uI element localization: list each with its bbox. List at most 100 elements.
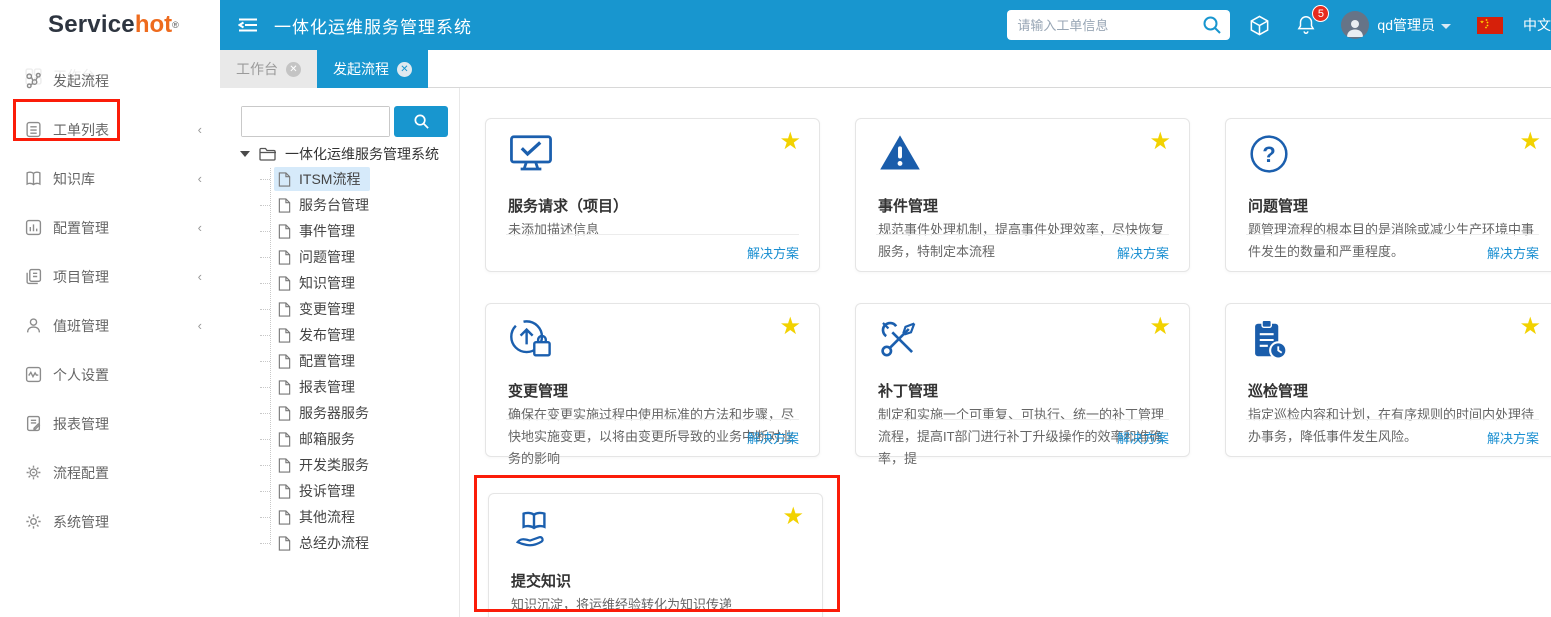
card-inspection-management[interactable]: ★ 巡检管理 指定巡检内容和计划，在有序规则的时间内处理待办事务，降低事件发生风…: [1225, 303, 1551, 457]
solution-link[interactable]: 解决方案: [1487, 243, 1539, 262]
tab-bar: 工作台 ✕ 发起流程 ✕: [220, 50, 1551, 88]
china-flag-icon[interactable]: [1477, 17, 1503, 34]
avatar[interactable]: [1341, 11, 1369, 39]
chevron-left-icon: ‹: [198, 220, 202, 235]
card-divider: [876, 419, 1169, 420]
sidebar-item-config-management[interactable]: 配置管理 ‹: [0, 203, 220, 252]
header-search: [1007, 10, 1230, 40]
sidebar-item-label: 报表管理: [53, 414, 109, 434]
solution-link[interactable]: 解决方案: [747, 428, 799, 447]
monitor-check-icon: [508, 133, 554, 175]
top-header: 一体化运维服务管理系统 5 qd管理员 中文: [220, 0, 1551, 50]
flow-network-icon: [25, 72, 42, 89]
card-title: 提交知识: [511, 570, 571, 591]
bell-icon[interactable]: 5: [1295, 14, 1317, 36]
brand-registered-mark: ®: [172, 20, 179, 30]
card-title: 事件管理: [878, 195, 938, 216]
favorite-star-icon[interactable]: ★: [1519, 312, 1541, 341]
sidebar-item-duty-management[interactable]: 值班管理 ‹: [0, 301, 220, 350]
clipboard-clock-icon: [1248, 318, 1290, 362]
card-title: 服务请求（项目）: [508, 195, 628, 216]
sidebar-item-process-config[interactable]: 流程配置: [0, 448, 220, 497]
sidebar-item-personal-settings[interactable]: 个人设置: [0, 350, 220, 399]
sidebar-item-label: 个人设置: [53, 365, 109, 385]
card-problem-management[interactable]: ? ★ 问题管理 题管理流程的根本目的是消除或减少生产环境中事件发生的数量和严重…: [1225, 118, 1551, 272]
sidebar-item-project-management[interactable]: 项目管理 ‹: [0, 252, 220, 301]
chevron-left-icon: ‹: [198, 269, 202, 284]
sidebar-item-label: 项目管理: [53, 267, 109, 287]
favorite-star-icon[interactable]: ★: [779, 127, 801, 156]
cube-icon[interactable]: [1248, 14, 1271, 37]
card-title: 变更管理: [508, 380, 568, 401]
card-description: 知识沉淀，将运维经验转化为知识传递: [511, 594, 804, 616]
gear-flow-icon: [25, 464, 42, 481]
favorite-star-icon[interactable]: ★: [782, 502, 804, 531]
favorite-star-icon[interactable]: ★: [1149, 127, 1171, 156]
activity-icon: [25, 366, 42, 383]
chevron-down-icon: [1441, 24, 1451, 29]
warning-triangle-icon: [878, 133, 922, 173]
sidebar-item-label: 发起流程: [53, 71, 109, 91]
card-incident-management[interactable]: ★ 事件管理 规范事件处理机制，提高事件处理效率，尽快恢复服务，特制定本流程 解…: [855, 118, 1190, 272]
brand-service-text: Service: [48, 11, 135, 39]
sidebar-item-ticket-list[interactable]: 工单列表 ‹: [0, 105, 220, 154]
card-submit-knowledge[interactable]: ★ 提交知识 知识沉淀，将运维经验转化为知识传递: [488, 493, 823, 617]
sidebar: Servicehot® 工作台 发起流程 工单列表 ‹: [0, 0, 220, 617]
card-service-request[interactable]: ★ 服务请求（项目） 未添加描述信息 解决方案: [485, 118, 820, 272]
bar-chart-icon: [25, 219, 42, 236]
sidebar-item-label: 流程配置: [53, 463, 109, 483]
card-title: 问题管理: [1248, 195, 1308, 216]
username-label: qd管理员: [1377, 17, 1435, 33]
solution-link[interactable]: 解决方案: [1487, 428, 1539, 447]
language-switcher[interactable]: 中文: [1523, 15, 1551, 35]
sidebar-item-initiate-process[interactable]: 发起流程: [0, 56, 220, 105]
card-divider: [1246, 419, 1539, 420]
chevron-left-icon: ‹: [198, 171, 202, 186]
sidebar-item-knowledge-base[interactable]: 知识库 ‹: [0, 154, 220, 203]
card-divider: [506, 234, 799, 235]
tab-close-icon[interactable]: ✕: [397, 62, 412, 77]
brand-hot-text: hot: [135, 11, 172, 39]
username-menu[interactable]: qd管理员: [1377, 15, 1451, 35]
solution-link[interactable]: 解决方案: [1117, 243, 1169, 262]
favorite-star-icon[interactable]: ★: [779, 312, 801, 341]
svg-text:?: ?: [1262, 142, 1275, 167]
solution-link[interactable]: 解决方案: [747, 243, 799, 262]
solution-link[interactable]: 解决方案: [1117, 428, 1169, 447]
sidebar-item-label: 系统管理: [53, 512, 109, 532]
notification-badge: 5: [1312, 5, 1329, 22]
file-pen-icon: [25, 415, 42, 432]
process-card-grid: ★ 服务请求（项目） 未添加描述信息 解决方案 ★ 事件管理 规范事件处理机制，…: [220, 88, 1551, 617]
card-divider: [506, 419, 799, 420]
card-change-management[interactable]: ★ 变更管理 确保在变更实施过程中使用标准的方法和步骤，尽快地实施变更，以将由变…: [485, 303, 820, 457]
book-hand-icon: [511, 508, 557, 550]
tools-icon: [878, 318, 922, 362]
stacked-docs-icon: [25, 268, 42, 285]
tab-workbench[interactable]: 工作台 ✕: [220, 50, 317, 88]
person-icon: [25, 317, 42, 334]
card-patch-management[interactable]: ★ 补丁管理 制定和实施一个可重复、可执行、统一的补丁管理流程，提高IT部门进行…: [855, 303, 1190, 457]
card-title: 巡检管理: [1248, 380, 1308, 401]
gear-icon: [25, 513, 42, 530]
page-title: 一体化运维服务管理系统: [274, 13, 472, 38]
favorite-star-icon[interactable]: ★: [1519, 127, 1541, 156]
book-icon: [25, 170, 42, 187]
tab-close-icon[interactable]: ✕: [286, 62, 301, 77]
card-title: 补丁管理: [878, 380, 938, 401]
sidebar-item-report-management[interactable]: 报表管理: [0, 399, 220, 448]
search-icon[interactable]: [1202, 15, 1222, 35]
brand-logo: Servicehot®: [0, 0, 220, 50]
chevron-left-icon: ‹: [198, 318, 202, 333]
collapse-menu-icon[interactable]: [238, 17, 258, 33]
tab-label: 工作台: [236, 59, 278, 79]
tab-initiate-process[interactable]: 发起流程 ✕: [317, 50, 428, 88]
sidebar-item-system-management[interactable]: 系统管理: [0, 497, 220, 546]
sidebar-item-label: 配置管理: [53, 218, 109, 238]
favorite-star-icon[interactable]: ★: [1149, 312, 1171, 341]
app-window: Servicehot® 工作台 发起流程 工单列表 ‹: [0, 0, 1551, 617]
chevron-left-icon: ‹: [198, 122, 202, 137]
question-circle-icon: ?: [1248, 133, 1290, 175]
card-divider: [1246, 234, 1539, 235]
tab-label: 发起流程: [333, 59, 389, 79]
search-input[interactable]: [1017, 18, 1197, 33]
